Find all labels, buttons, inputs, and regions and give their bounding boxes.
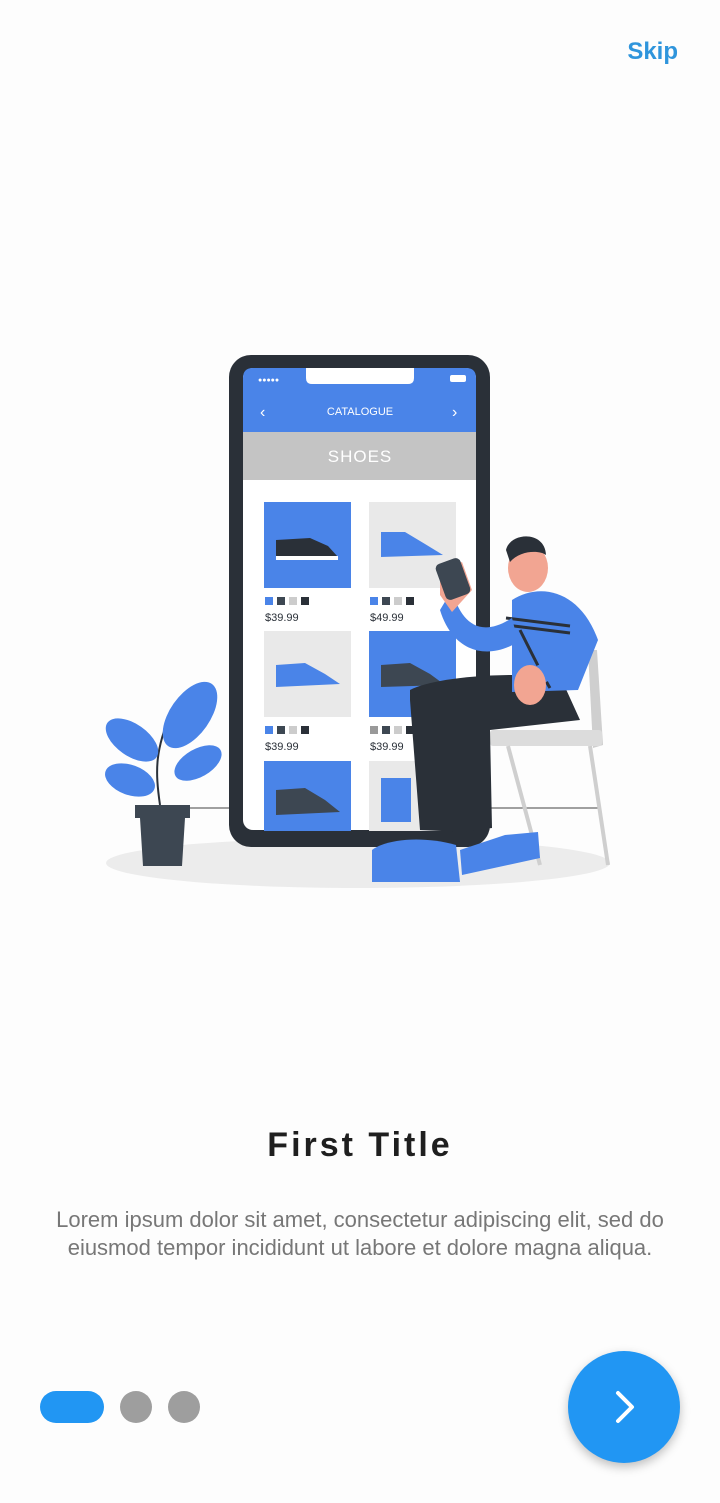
svg-text:●●●●●: ●●●●● bbox=[258, 377, 279, 384]
price-label: $39.99 bbox=[265, 612, 299, 624]
price-label: $39.99 bbox=[370, 741, 404, 753]
screen-header: CATALOGUE bbox=[327, 406, 393, 418]
price-label: $49.99 bbox=[370, 612, 404, 624]
page-dot-active bbox=[40, 1391, 104, 1423]
chevron-right-icon bbox=[616, 1391, 634, 1423]
svg-text:‹: ‹ bbox=[260, 404, 265, 421]
page-description: Lorem ipsum dolor sit amet, consectetur … bbox=[56, 1207, 664, 1260]
plant bbox=[105, 681, 222, 866]
price-label: $39.99 bbox=[265, 741, 299, 753]
onboarding-illustration: ●●●●● ‹ › CATALOGUE SHOES $39.99 $49.99 … bbox=[105, 355, 610, 888]
svg-text:›: › bbox=[452, 404, 457, 421]
next-button[interactable] bbox=[568, 1351, 680, 1463]
category-label: SHOES bbox=[328, 447, 393, 466]
page-dot bbox=[120, 1391, 152, 1423]
page-indicator bbox=[40, 1391, 200, 1423]
page-dot bbox=[168, 1391, 200, 1423]
skip-button[interactable]: Skip bbox=[627, 38, 678, 66]
page-title: First Title bbox=[267, 1126, 453, 1164]
